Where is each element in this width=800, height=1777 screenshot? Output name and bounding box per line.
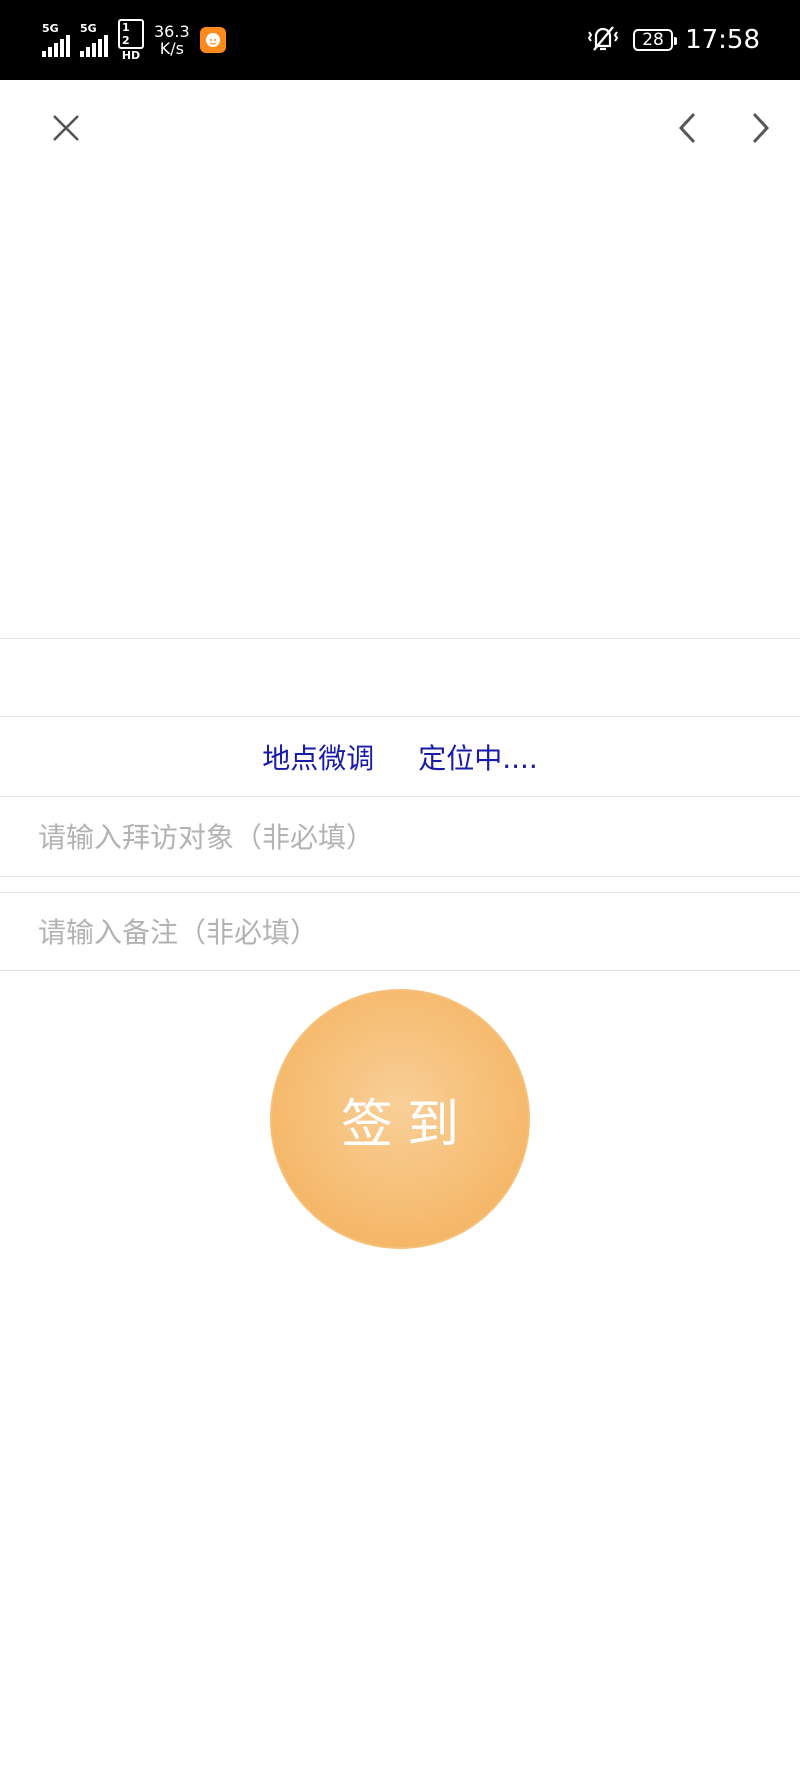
- check-in-button[interactable]: 签到: [270, 989, 530, 1249]
- divider: [0, 796, 800, 797]
- check-in-label: 签到: [340, 1094, 473, 1155]
- signal-strength-icon: 5G: [42, 23, 70, 57]
- signal-strength-icon-2: 5G: [80, 23, 108, 57]
- location-actions-row: 地点微调 定位中....: [0, 717, 800, 796]
- sim-slots-label: 1 2: [118, 18, 144, 49]
- chevron-left-icon: [678, 112, 696, 144]
- chevron-right-icon: [752, 112, 770, 144]
- forward-button[interactable]: [736, 104, 784, 152]
- orange-app-icon: [199, 27, 226, 53]
- navigation-bar: [0, 80, 800, 176]
- status-left-group: 5G 5G 1 2 HD 36.3 K/s: [42, 18, 226, 62]
- battery-level: 28: [642, 30, 664, 50]
- network-type-label-2: 5G: [80, 22, 97, 35]
- close-button[interactable]: [42, 104, 90, 152]
- divider: [0, 970, 800, 971]
- address-row: [0, 639, 800, 716]
- visitor-input[interactable]: [36, 819, 740, 855]
- status-bar: 5G 5G 1 2 HD 36.3 K/s 28 17:58: [0, 0, 800, 80]
- network-type-label: 5G: [42, 22, 59, 35]
- status-right-group: 28 17:58: [585, 20, 760, 60]
- remark-input-row: [0, 893, 800, 971]
- locating-status: 定位中....: [418, 741, 538, 775]
- hd-label: HD: [121, 48, 141, 62]
- vibrate-off-icon: [585, 22, 621, 58]
- visitor-input-row: [0, 798, 800, 876]
- adjust-location-link[interactable]: 地点微调: [262, 737, 374, 777]
- close-icon: [53, 115, 79, 141]
- network-speed: 36.3 K/s: [154, 23, 190, 57]
- back-button[interactable]: [664, 104, 712, 152]
- battery-indicator: 28: [633, 29, 678, 51]
- network-speed-value: 36.3: [154, 22, 190, 41]
- map-view[interactable]: [0, 176, 800, 638]
- remark-input[interactable]: [36, 914, 740, 950]
- hd-voice-icon: 1 2 HD: [118, 18, 144, 62]
- network-speed-unit: K/s: [159, 39, 184, 58]
- status-time: 17:58: [685, 25, 760, 55]
- divider: [0, 876, 800, 877]
